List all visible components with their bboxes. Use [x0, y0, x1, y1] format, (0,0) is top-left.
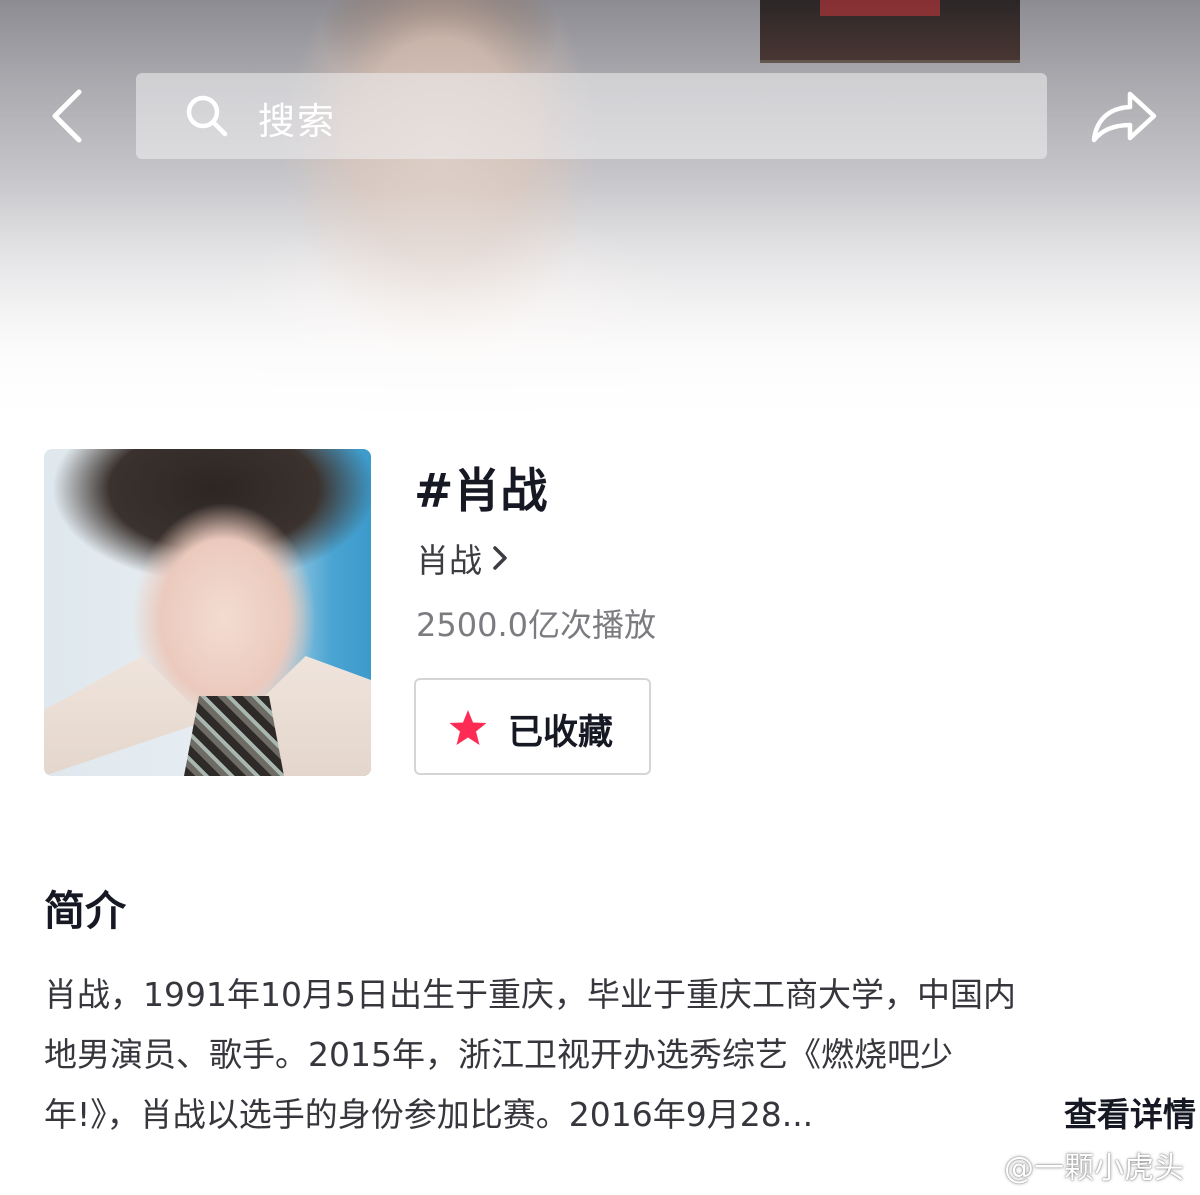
topic-cover-image[interactable] [44, 449, 371, 776]
share-icon [1091, 91, 1157, 143]
creator-name: 肖战 [416, 541, 482, 580]
watermark-text: @一颗小虎头 [1004, 1151, 1184, 1186]
background-sign [760, 0, 1020, 63]
chevron-left-icon [52, 89, 82, 143]
intro-text: 肖战，1991年10月5日出生于重庆，毕业于重庆工商大学，中国内 地男演员、歌手… [44, 965, 1196, 1145]
play-count: 2500.0亿次播放 [416, 606, 656, 644]
intro-line: 肖战，1991年10月5日出生于重庆，毕业于重庆工商大学，中国内 [44, 975, 1016, 1014]
favorite-button[interactable]: 已收藏 [414, 678, 651, 775]
topic-title: #肖战 [414, 464, 548, 519]
search-icon [186, 95, 228, 137]
header-background-photo [0, 0, 1200, 420]
back-button[interactable] [36, 84, 96, 148]
weibo-watermark: @一颗小虎头 [958, 1140, 1184, 1190]
star-icon [449, 710, 487, 745]
search-placeholder: 搜索 [258, 100, 336, 143]
intro-line: 地男演员、歌手。2015年，浙江卫视开办选秀综艺《燃烧吧少 [44, 1035, 953, 1074]
share-button[interactable] [1086, 84, 1162, 148]
intro-heading: 简介 [44, 887, 126, 935]
search-input[interactable]: 搜索 [136, 73, 1047, 159]
creator-link[interactable]: 肖战 [416, 533, 508, 583]
favorite-label: 已收藏 [508, 713, 614, 753]
view-details-link[interactable]: 查看详情 [1004, 1085, 1196, 1145]
chevron-right-icon [493, 546, 507, 570]
intro-line: 年!》，肖战以选手的身份参加比赛。2016年9月28... [44, 1095, 814, 1134]
weibo-logo-icon [958, 1150, 996, 1181]
cover-shirt [184, 696, 284, 776]
